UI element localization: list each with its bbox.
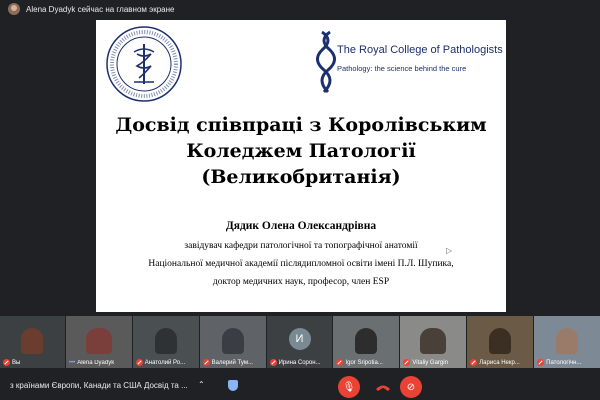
mic-toggle-button[interactable]: 🎙 (338, 376, 360, 398)
control-bar: з країнами Європи, Канади та США Досвід … (0, 372, 600, 400)
mic-off-icon (135, 359, 143, 366)
participant-tile[interactable]: И Ирина Сорон... (266, 316, 333, 368)
participant-tile[interactable]: Вы (0, 316, 65, 368)
mic-off-icon (202, 359, 210, 366)
presenter-bar: Alena Dyadyk сейчас на главном экране (0, 0, 600, 18)
speaking-indicator-icon: ••• (68, 360, 76, 366)
participant-initial-avatar: И (288, 328, 311, 350)
participant-name: Патологічн... (537, 359, 581, 366)
meeting-title: з країнами Європи, Канади та США Досвід … (10, 381, 188, 390)
participant-video (85, 328, 112, 354)
participant-tile[interactable]: Vitaliy Gargin (400, 316, 467, 368)
camera-off-icon: ⊘ (406, 381, 416, 393)
participant-tile[interactable]: Анатолий Ро... (132, 316, 199, 368)
chevron-up-icon[interactable]: ⌃ (198, 380, 205, 389)
participant-name: Ирина Сорон... (269, 359, 321, 366)
participant-video (489, 328, 512, 354)
mic-off-icon (537, 359, 545, 366)
mic-off-icon (336, 359, 344, 366)
participant-video (221, 328, 244, 354)
participant-tile[interactable]: ••• Alena Dyadyk (65, 316, 132, 368)
academy-seal-logo (106, 26, 182, 102)
rcp-tagline: Pathology: the science behind the cure (337, 64, 467, 73)
participant-name: Igor Sripotia... (336, 359, 383, 366)
participant-name: Лариса Некр... (470, 359, 520, 366)
meet-window: Alena Dyadyk сейчас на главном экране Th… (0, 0, 600, 400)
participant-name: Валерий Тум... (202, 359, 253, 366)
mic-off-icon (470, 359, 478, 366)
participant-tile[interactable]: Патологічн... (534, 316, 600, 368)
affiliation-line: Національної медичної академії післядипл… (148, 259, 454, 269)
hang-up-button[interactable] (372, 376, 394, 398)
shield-icon[interactable] (228, 380, 238, 391)
presenter-avatar (8, 3, 20, 15)
participant-video (154, 328, 177, 354)
mic-off-icon (269, 359, 277, 366)
participant-tile[interactable]: Лариса Некр... (467, 316, 534, 368)
participant-name: ••• Alena Dyadyk (68, 360, 115, 366)
affiliation-line: завідувач кафедри патологічної та топогр… (184, 241, 418, 251)
hang-up-icon (376, 385, 390, 391)
slide-title-line: (Великобританія) (201, 166, 401, 188)
mic-off-icon: 🎙 (342, 381, 356, 393)
author-name: Дядик Олена Олександрівна (225, 220, 377, 232)
slide-title: Досвід співпраці з Королівським Коледжем… (96, 112, 506, 190)
participant-video (355, 328, 378, 354)
participant-name: Вы (3, 359, 20, 366)
participant-video (420, 328, 447, 354)
participant-video (556, 328, 579, 354)
participant-tile[interactable]: Валерий Тум... (199, 316, 266, 368)
mouse-cursor-icon: ▷ (446, 246, 453, 255)
slide-title-line: Коледжем Патології (186, 140, 416, 162)
camera-toggle-button[interactable]: ⊘ (400, 376, 422, 398)
presenter-status: Alena Dyadyk сейчас на главном экране (26, 4, 175, 14)
rcp-name: The Royal College of Pathologists (337, 44, 503, 56)
participant-strip: Вы ••• Alena Dyadyk Анатолий Ро... Валер… (0, 316, 600, 368)
participant-name: Vitaliy Gargin (403, 359, 448, 366)
mic-off-icon (403, 359, 411, 366)
mic-off-icon (3, 359, 10, 366)
participant-name: Анатолий Ро... (135, 359, 185, 366)
affiliation-line: доктор медичних наук, професор, член ESP (212, 277, 390, 287)
rcp-helix-logo (316, 30, 336, 94)
participant-tile[interactable]: Igor Sripotia... (333, 316, 400, 368)
participant-video (21, 328, 44, 354)
slide-title-line: Досвід співпраці з Королівським (115, 114, 487, 136)
shared-slide: The Royal College of Pathologists Pathol… (96, 20, 506, 312)
